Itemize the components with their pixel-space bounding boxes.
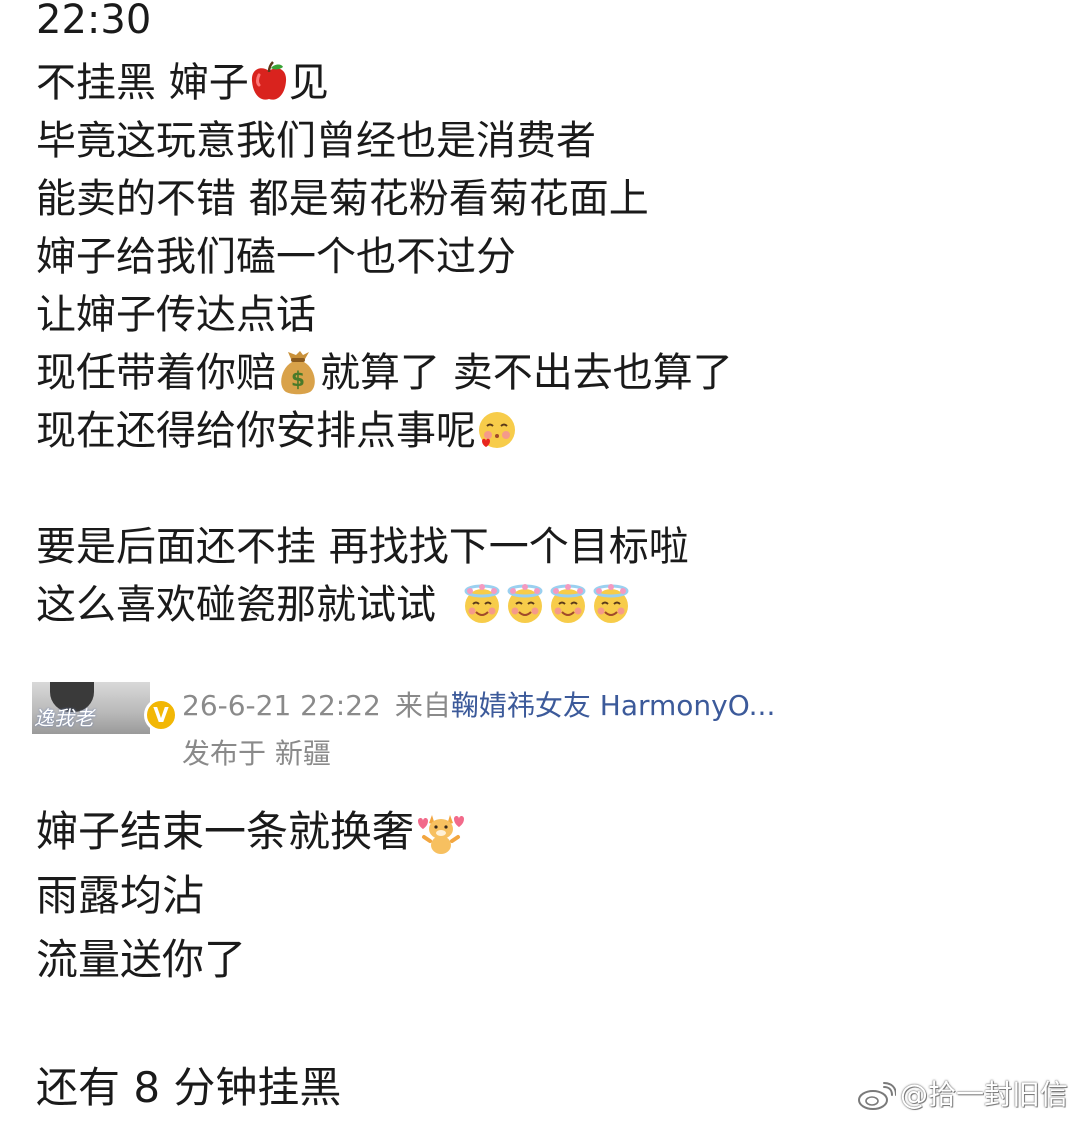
halo-face-emoji <box>593 584 629 623</box>
avatar[interactable]: 逸我老 <box>32 682 150 734</box>
post-line: 能卖的不错 都是菊花粉看菊花面上 <box>36 176 649 222</box>
verified-badge-icon: V <box>144 698 178 732</box>
post-line: 毕竟这玩意我们曾经也是消费者 <box>36 118 596 164</box>
post-line: 这么喜欢碰瓷那就试试 <box>36 576 1046 634</box>
location: 发布于 新疆 <box>182 737 331 770</box>
post-line: 不挂黑 婶子 见 <box>36 60 329 106</box>
avatar-text: 逸我老 <box>34 706 94 730</box>
post-line: 现任带着你赔 $ 就算了 卖不出去也算了 <box>36 350 733 396</box>
reply-line: 流量送你了 <box>36 935 247 984</box>
weibo-logo-icon <box>857 1082 896 1110</box>
blush-face-emoji <box>479 412 515 448</box>
halo-face-emoji <box>464 584 500 623</box>
source-link[interactable]: 鞠婧祎女友 HarmonyO... <box>451 689 775 722</box>
post-time: 22:30 <box>36 0 152 43</box>
halo-face-emoji <box>507 584 543 623</box>
watermark: @拾一封旧信 <box>856 1077 1068 1113</box>
reply-line: 婶子结束一条就换奢 <box>36 800 1046 864</box>
post-body: 22:30 不挂黑 婶子 见 毕竟这玩意我们曾经也是消费者 能卖的不错 都是菊花… <box>36 0 1046 634</box>
reply-body: 婶子结束一条就换奢 雨露均沾 流量送你了 还有 8 分钟挂黑 <box>36 800 1046 1120</box>
reply-line: 雨露均沾 <box>36 871 205 920</box>
post-line: 要是后面还不挂 再找找下一个目标啦 <box>36 524 689 570</box>
halo-face-emoji <box>550 584 586 623</box>
from-label: 来自 <box>394 689 451 722</box>
timestamp: 26-6-21 22:22 <box>182 689 381 722</box>
money-bag-emoji: $ <box>281 351 315 395</box>
post-line: 让婶子传达点话 <box>36 292 316 338</box>
post-line: 现在还得给你安排点事呢 <box>36 402 1046 460</box>
svg-text:$: $ <box>291 367 305 391</box>
post-line: 婶子给我们磕一个也不过分 <box>36 234 516 280</box>
dog-hearts-emoji <box>418 814 465 854</box>
post-meta: 逸我老 V 26-6-21 22:22 来自鞠婧祎女友 HarmonyO... 发… <box>32 680 1042 780</box>
apple-emoji <box>251 61 286 100</box>
meta-timestamp-source: 26-6-21 22:22 来自鞠婧祎女友 HarmonyO... <box>182 686 775 726</box>
